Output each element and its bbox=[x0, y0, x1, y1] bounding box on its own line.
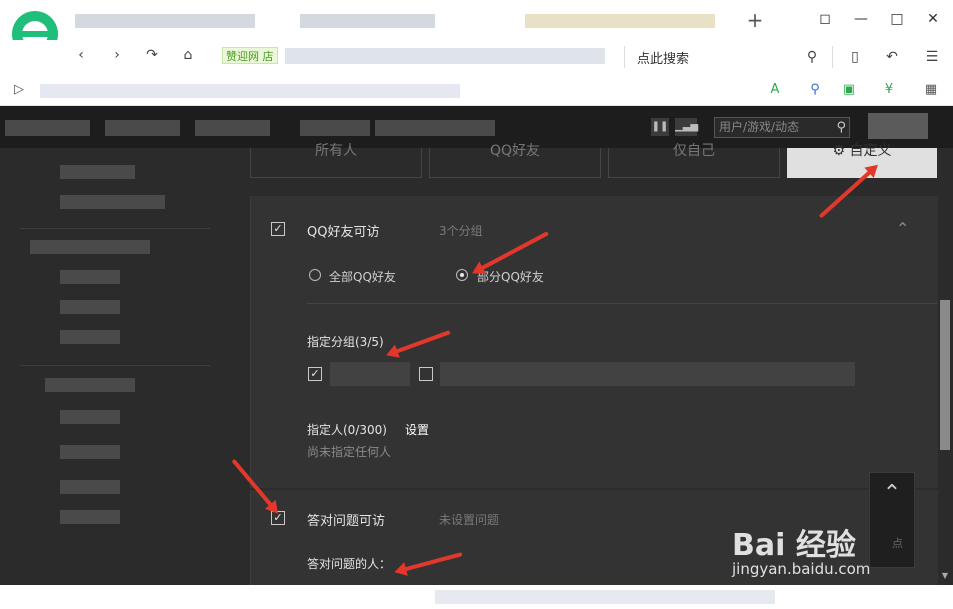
divider bbox=[307, 303, 937, 304]
scrollbar-thumb[interactable] bbox=[940, 300, 950, 450]
answerers-label: 答对问题的人： bbox=[307, 557, 392, 571]
mobile-icon[interactable]: ▯ bbox=[845, 47, 865, 67]
tab-title-blurred[interactable] bbox=[525, 14, 715, 28]
site-logo-blurred[interactable] bbox=[5, 120, 90, 136]
watermark: Bai 经验 jingyan.baidu.com bbox=[732, 520, 870, 578]
site-search-input[interactable]: 用户/游戏/动态 ⚲ bbox=[714, 117, 850, 138]
sidebar-item-blurred[interactable] bbox=[60, 330, 120, 344]
forward-icon[interactable]: › bbox=[108, 46, 126, 64]
qq-friends-checkbox[interactable]: ✓ bbox=[271, 222, 285, 236]
specified-people-label: 指定人(0/300) bbox=[307, 423, 387, 437]
radio-label: 部分QQ好友 bbox=[477, 270, 544, 284]
status-blurred bbox=[435, 590, 775, 604]
group-checkbox[interactable]: ✓ bbox=[308, 367, 322, 381]
radio-label: 全部QQ好友 bbox=[329, 270, 396, 284]
tab-custom[interactable]: ⚙ 自定义 bbox=[787, 144, 937, 178]
chevron-up-icon[interactable]: ⌃ bbox=[896, 219, 909, 238]
sidebar-toggle-icon[interactable]: ▷ bbox=[10, 81, 28, 99]
sidebar-item-blurred[interactable] bbox=[60, 510, 120, 524]
back-icon[interactable]: ‹ bbox=[72, 46, 90, 64]
gear-icon: ⚙ bbox=[832, 143, 850, 159]
apps-icon[interactable]: ▦ bbox=[922, 81, 940, 99]
radio-all-friends[interactable] bbox=[309, 269, 321, 281]
question-subtitle: 未设置问题 bbox=[439, 513, 500, 527]
close-icon[interactable]: ✕ bbox=[924, 10, 942, 28]
minimize-icon[interactable]: — bbox=[852, 10, 870, 28]
divider bbox=[624, 46, 625, 68]
game-icon[interactable]: ▣ bbox=[840, 81, 858, 99]
divider bbox=[20, 228, 210, 229]
translate-icon[interactable]: A bbox=[766, 81, 784, 99]
sidebar-item-blurred[interactable] bbox=[60, 480, 120, 494]
new-tab-icon[interactable]: + bbox=[745, 10, 765, 30]
address-site-tag[interactable]: 赞迎网 店 bbox=[222, 47, 278, 64]
site-search-placeholder: 用户/游戏/动态 bbox=[719, 120, 800, 134]
groups-heading: 指定分组(3/5) bbox=[307, 335, 384, 349]
sidebar-item-blurred[interactable] bbox=[45, 378, 135, 392]
skin-icon[interactable]: ◻ bbox=[816, 10, 834, 28]
sidebar-item-blurred[interactable] bbox=[60, 300, 120, 314]
search-icon[interactable]: ⚲ bbox=[802, 47, 822, 67]
sidebar-item-blurred[interactable] bbox=[60, 445, 120, 459]
group-name-blurred bbox=[330, 362, 410, 386]
scroll-down-icon[interactable]: ▼ bbox=[940, 571, 950, 581]
qq-friends-subtitle: 3个分组 bbox=[439, 224, 483, 238]
address-url-blurred[interactable] bbox=[285, 48, 605, 64]
question-title: 答对问题可访 bbox=[307, 514, 386, 529]
browser-window: + ◻ — □ ✕ ‹ › ↷ ⌂ 赞迎网 店 点此搜索 ⚲ ▯ ↶ ☰ ▷ A… bbox=[0, 0, 953, 609]
nav-item-blurred[interactable] bbox=[375, 120, 495, 136]
nav-item-blurred[interactable] bbox=[105, 120, 180, 136]
favorites-blurred[interactable] bbox=[40, 84, 460, 98]
search-icon[interactable]: ⚲ bbox=[836, 118, 846, 137]
sidebar-item-blurred[interactable] bbox=[30, 240, 150, 254]
tab-label: QQ好友 bbox=[489, 143, 541, 159]
sidebar-item-blurred[interactable] bbox=[60, 410, 120, 424]
nav-item-blurred[interactable] bbox=[300, 120, 370, 136]
avatar[interactable] bbox=[868, 113, 928, 139]
shield-icon[interactable]: ¥ bbox=[880, 81, 898, 99]
watermark-brand: Bai 经验 bbox=[732, 528, 856, 563]
pause-icon[interactable]: ❚❚ bbox=[651, 118, 669, 136]
divider bbox=[20, 365, 210, 366]
back-to-top-label: 点 bbox=[892, 537, 903, 550]
watermark-url: jingyan.baidu.com bbox=[732, 560, 871, 578]
set-people-link[interactable]: 设置 bbox=[405, 421, 429, 438]
tab-label: 仅自己 bbox=[673, 143, 715, 159]
tab-title-blurred[interactable] bbox=[300, 14, 435, 28]
tab-label: 自定义 bbox=[849, 143, 892, 159]
no-people-note: 尚未指定任何人 bbox=[307, 445, 392, 459]
magnifier-icon[interactable]: ⚲ bbox=[806, 81, 824, 99]
sidebar-item-blurred[interactable] bbox=[60, 165, 135, 179]
group-checkbox[interactable] bbox=[419, 367, 433, 381]
undo-icon[interactable]: ↶ bbox=[882, 47, 902, 67]
tab-only-me[interactable]: 仅自己 bbox=[608, 144, 780, 178]
divider bbox=[832, 46, 833, 68]
tab-qq-friends[interactable]: QQ好友 bbox=[429, 144, 601, 178]
maximize-icon[interactable]: □ bbox=[888, 10, 906, 28]
restore-icon[interactable]: ↷ bbox=[143, 46, 161, 64]
group-name-blurred bbox=[440, 362, 855, 386]
tab-title-blurred[interactable] bbox=[75, 14, 255, 28]
tab-label: 所有人 bbox=[315, 143, 357, 159]
menu-icon[interactable]: ☰ bbox=[922, 47, 942, 67]
nav-item-blurred[interactable] bbox=[195, 120, 270, 136]
home-icon[interactable]: ⌂ bbox=[179, 46, 197, 64]
bar-chart-icon[interactable]: ▁▃▅ bbox=[675, 118, 698, 136]
sidebar-item-blurred[interactable] bbox=[60, 195, 165, 209]
search-hint[interactable]: 点此搜索 bbox=[637, 48, 689, 67]
chevron-up-icon: ⌃ bbox=[882, 481, 902, 506]
radio-some-friends[interactable] bbox=[456, 269, 468, 281]
qq-friends-title: QQ好友可访 bbox=[307, 225, 380, 240]
sidebar-item-blurred[interactable] bbox=[60, 270, 120, 284]
back-to-top-button[interactable]: ⌃ 点 bbox=[869, 472, 915, 568]
tab-everyone[interactable]: 所有人 bbox=[250, 144, 422, 178]
